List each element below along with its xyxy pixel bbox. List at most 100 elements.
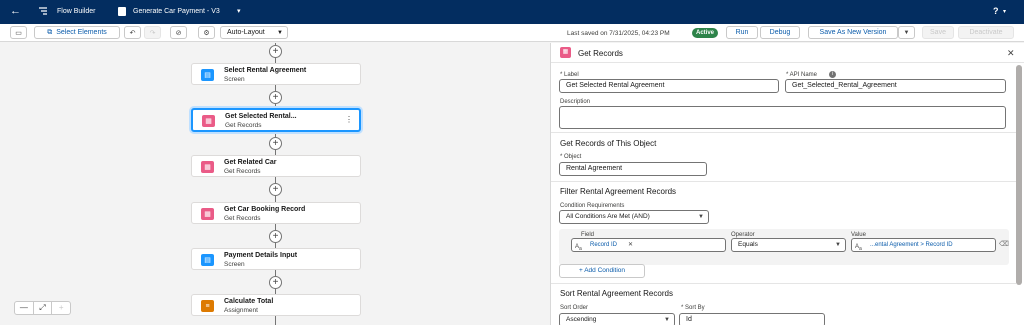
add-condition-button[interactable]: + Add Condition [559,264,645,278]
deactivate-button[interactable]: Deactivate [958,26,1014,39]
node-title: Get Selected Rental... [225,113,297,120]
save-button[interactable]: Save [922,26,954,39]
flow-name[interactable]: Generate Car Payment - V3 [133,8,220,15]
sort-by-label: * Sort By [681,305,705,311]
sort-order-select[interactable]: Ascending ▼ [559,313,675,325]
chevron-down-icon: ▼ [277,29,283,36]
errors-button[interactable]: ⊘ [170,26,187,39]
condition-requirements-select[interactable]: All Conditions Are Met (AND) ▼ [559,210,709,224]
save-label: Save [930,29,946,36]
get-records-icon: ▦ [201,208,214,220]
node-subtitle: Get Records [225,122,262,129]
value-input[interactable]: Aa ...ental Agreement > Record ID [851,238,996,252]
flow-node-selected[interactable]: ▦ Get Selected Rental... Get Records ⋮ [191,108,361,132]
operator-select[interactable]: Equals ▼ [731,238,846,252]
node-subtitle: Screen [224,261,245,268]
undo-button[interactable]: ↶ [124,26,141,39]
redo-icon: ↷ [149,29,156,37]
run-button[interactable]: Run [726,26,758,39]
deactivate-label: Deactivate [969,29,1003,36]
delete-condition-icon[interactable]: ⌫ [999,240,1009,248]
node-menu-icon[interactable]: ⋮ [345,115,353,124]
redo-button[interactable]: ↷ [144,26,161,39]
save-menu-button[interactable]: ▼ [898,26,915,39]
remove-field-icon[interactable]: ✕ [628,239,633,251]
node-subtitle: Get Records [224,215,261,222]
back-arrow-icon[interactable]: ← [10,5,21,17]
operator-value: Equals [738,241,758,248]
zoom-in-button[interactable]: + [52,302,70,314]
gear-icon: ⚙ [203,29,210,37]
flow-document-icon [118,7,126,16]
zoom-out-button[interactable]: — [15,302,34,314]
save-as-label: Save As New Version [819,29,887,36]
flow-node[interactable]: ▤ Payment Details Input Screen [191,248,361,270]
node-subtitle: Get Records [224,168,261,175]
field-input[interactable]: Aa Record ID ✕ [571,238,726,252]
close-icon[interactable]: ✕ [1007,48,1015,59]
screen-icon: ▤ [201,69,214,81]
label-field-label: * Label [560,72,579,78]
chevron-down-icon: ▼ [698,214,704,220]
sort-by-input[interactable]: Id [679,313,825,325]
node-title: Payment Details Input [224,252,298,259]
value-pill: ...ental Agreement > Record ID [870,242,953,248]
object-label: * Object [560,154,582,160]
text-field-icon: Aa [575,244,582,253]
field-pill: Record ID [590,242,618,248]
api-name-label: * API Name [786,72,818,78]
section-divider [551,181,1016,182]
node-title: Get Related Car [224,159,277,166]
get-records-icon: ▦ [560,47,571,58]
section-divider [551,132,1016,133]
help-chevron-icon[interactable]: ▾ [1003,8,1006,15]
node-title: Select Rental Agreement [224,67,307,74]
layout-select[interactable]: Auto-Layout ▼ [220,26,288,39]
node-subtitle: Assignment [224,307,258,314]
description-label: Description [560,99,591,105]
help-icon[interactable]: ? [993,6,999,16]
screen-icon: ▤ [201,254,214,266]
fit-view-button[interactable]: ⤢ [34,302,53,314]
scrollbar[interactable] [1016,65,1022,285]
filter-section-title: Filter Rental Agreement Records [560,187,677,196]
add-element-button[interactable]: + [269,276,282,289]
debug-label: Debug [769,29,791,36]
global-header: ← Flow Builder Generate Car Payment - V3… [0,0,1024,24]
condition-row: Field Aa Record ID ✕ Operator Equals ▼ V… [559,229,1009,265]
save-as-new-version-button[interactable]: Save As New Version [808,26,898,39]
add-element-button[interactable]: + [269,137,282,150]
object-input[interactable]: Rental Agreement [559,162,707,176]
zoom-controls: — ⤢ + [14,301,71,315]
add-element-button[interactable]: + [269,91,282,104]
add-element-button[interactable]: + [269,183,282,196]
api-name-input[interactable]: Get_Selected_Rental_Agreement [785,79,1006,93]
info-icon[interactable]: i [829,71,836,78]
last-saved-text: Last saved on 7/31/2025, 04:23 PM [567,30,670,37]
section-divider [551,283,1016,284]
toolbar: ▭ ⧉ Select Elements ↶ ↷ ⊘ ⚙ Auto-Layout … [0,24,1024,42]
add-element-button[interactable]: + [269,230,282,243]
description-textarea[interactable] [559,106,1006,129]
node-subtitle: Screen [224,76,245,83]
node-title: Calculate Total [224,298,274,305]
flow-menu-chevron-icon[interactable]: ▾ [237,7,241,15]
assignment-icon: ≡ [201,300,214,312]
toggle-toolbox-button[interactable]: ▭ [10,26,27,39]
panel-header: ▦ Get Records ✕ [551,43,1024,63]
select-elements-label: Select Elements [56,29,107,36]
settings-button[interactable]: ⚙ [198,26,215,39]
node-title: Get Car Booking Record [224,206,306,213]
add-element-button[interactable]: + [269,45,282,58]
label-input[interactable]: Get Selected Rental Agreement [559,79,779,93]
flow-node[interactable]: ▦ Get Related Car Get Records [191,155,361,177]
get-records-icon: ▦ [201,161,214,173]
debug-button[interactable]: Debug [760,26,800,39]
flow-canvas[interactable]: + ▤ Select Rental Agreement Screen + ▦ G… [0,43,550,325]
flow-node[interactable]: ▦ Get Car Booking Record Get Records [191,202,361,224]
flow-node[interactable]: ▤ Select Rental Agreement Screen [191,63,361,85]
properties-panel: ▦ Get Records ✕ * Label Get Selected Ren… [550,43,1024,325]
flow-node[interactable]: ≡ Calculate Total Assignment [191,294,361,316]
select-elements-button[interactable]: ⧉ Select Elements [34,26,120,39]
condition-requirements-value: All Conditions Are Met (AND) [566,213,650,220]
